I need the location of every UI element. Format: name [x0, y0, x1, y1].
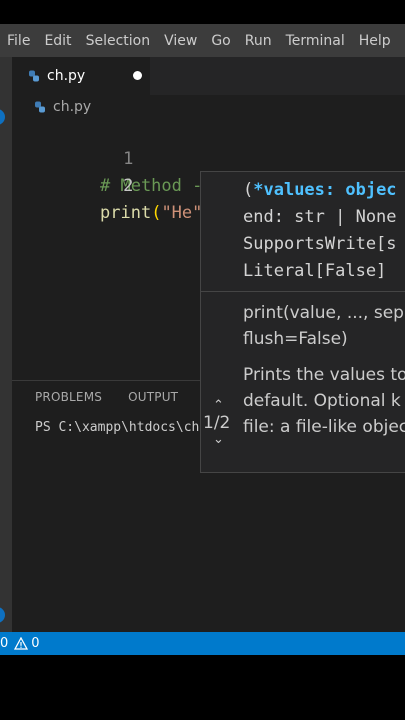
- accounts-indicator[interactable]: [0, 607, 5, 623]
- signature-open-paren: (: [243, 180, 254, 200]
- doc-line-1: print(value, ..., sep=: [243, 303, 405, 323]
- signature-line-2: end: str | None: [243, 207, 397, 227]
- signature-help-popup[interactable]: (*values: objec end: str | None Supports…: [200, 171, 405, 473]
- signature-line-4: Literal[False]: [243, 261, 397, 281]
- code-line-1[interactable]: 1 # Method -1: [12, 119, 213, 196]
- overload-navigator: ⌃ 1/2 ⌄: [201, 398, 239, 472]
- terminal-prompt[interactable]: PS C:\xampp\htdocs\ch: [35, 420, 199, 435]
- status-bar: 0 0: [0, 632, 405, 655]
- signature-line-3: SupportsWrite[s: [243, 234, 397, 254]
- code-string: "He": [161, 203, 203, 223]
- desc-line-1: Prints the values to: [243, 365, 405, 385]
- code-function: print: [100, 203, 152, 223]
- code-line-2[interactable]: 2 print("He"): [12, 146, 215, 223]
- menu-bar: File Edit Selection View Go Run Terminal…: [0, 24, 405, 57]
- signature-active-param: *values: objec: [253, 180, 397, 200]
- unsaved-dot-icon[interactable]: [133, 71, 142, 80]
- chevron-up-icon[interactable]: ⌃: [213, 398, 224, 413]
- tab-output[interactable]: OUTPUT: [128, 390, 178, 404]
- breadcrumb-file-label: ch.py: [53, 99, 92, 115]
- breadcrumb[interactable]: ch.py: [34, 99, 91, 115]
- menu-go[interactable]: Go: [204, 33, 230, 49]
- menu-file[interactable]: File: [0, 33, 30, 49]
- code-open-paren: (: [151, 203, 162, 223]
- tab-ch-py[interactable]: ch.py: [12, 57, 150, 95]
- vscode-window: File Edit Selection View Go Run Terminal…: [0, 24, 405, 655]
- python-file-icon: [29, 70, 39, 82]
- warning-icon: [14, 637, 29, 650]
- desc-line-3: file: a file-like objec: [243, 417, 405, 437]
- menu-help[interactable]: Help: [352, 33, 391, 49]
- menu-terminal[interactable]: Terminal: [279, 33, 345, 49]
- doc-line-2: flush=False): [243, 329, 348, 349]
- warning-count[interactable]: 0: [31, 636, 39, 651]
- line-number: 1: [123, 149, 134, 169]
- activity-bar: [0, 57, 12, 632]
- line-number: 2: [123, 176, 134, 196]
- menu-edit[interactable]: Edit: [37, 33, 71, 49]
- desc-line-2: default. Optional k: [243, 391, 401, 411]
- tab-problems[interactable]: PROBLEMS: [35, 390, 102, 404]
- doc-description: Prints the values to default. Optional k…: [243, 362, 405, 440]
- editor-tab-bar: ch.py: [12, 57, 405, 95]
- activity-indicator[interactable]: [0, 109, 5, 125]
- panel-tab-bar: PROBLEMS OUTPUT: [35, 390, 204, 404]
- tab-label: ch.py: [47, 68, 86, 84]
- doc-signature: print(value, ..., sep= flush=False): [243, 300, 405, 352]
- menu-view[interactable]: View: [157, 33, 197, 49]
- chevron-down-icon[interactable]: ⌄: [213, 432, 224, 447]
- python-file-icon: [35, 101, 45, 113]
- popup-divider: [201, 291, 405, 292]
- overload-counter: 1/2: [203, 413, 231, 433]
- menu-selection[interactable]: Selection: [79, 33, 151, 49]
- menu-run[interactable]: Run: [238, 33, 272, 49]
- error-count[interactable]: 0: [0, 636, 8, 651]
- signature-text: (*values: objec end: str | None Supports…: [243, 177, 397, 285]
